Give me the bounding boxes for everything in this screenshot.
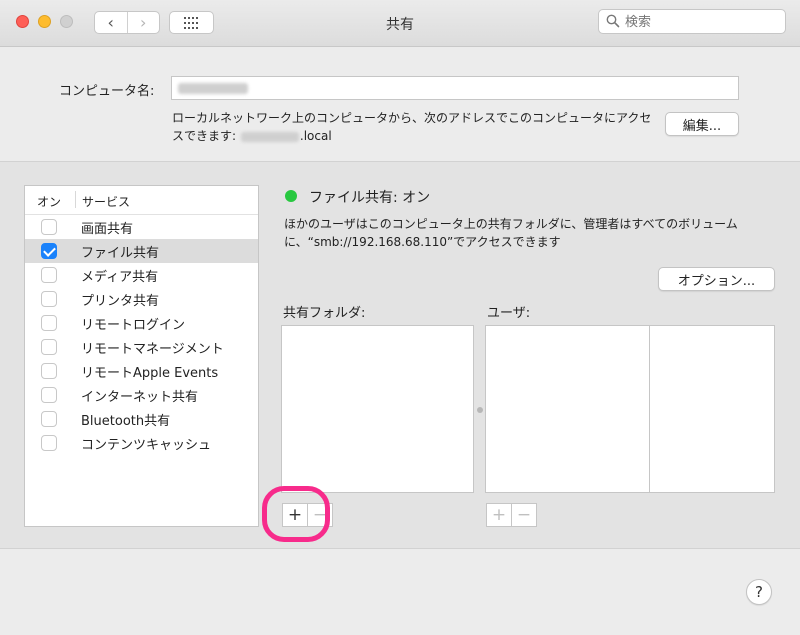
help-button[interactable]: ?	[746, 579, 772, 605]
service-description: ほかのユーザはこのコンピュータ上の共有フォルダに、管理者はすべてのボリュームに、…	[284, 217, 738, 249]
search-field[interactable]	[598, 9, 786, 34]
computer-name-field[interactable]	[171, 76, 739, 100]
service-checkbox[interactable]	[41, 387, 57, 403]
service-label: Bluetooth共有	[81, 414, 171, 429]
service-checkbox[interactable]	[41, 291, 57, 307]
users-column-separator	[649, 326, 650, 492]
redacted-hostname	[240, 131, 299, 142]
remove-user-button[interactable]: −	[511, 504, 536, 526]
service-row[interactable]: コンテンツキャッシュ	[25, 431, 258, 455]
service-row[interactable]: リモートApple Events	[25, 359, 258, 383]
search-icon	[606, 14, 620, 28]
split-handle[interactable]	[477, 407, 483, 413]
service-label: ファイル共有	[81, 246, 160, 261]
highlight-circle	[262, 486, 330, 542]
service-row[interactable]: 画面共有	[25, 215, 258, 239]
shared-folders-list[interactable]	[281, 325, 474, 493]
service-row[interactable]: リモートマネージメント	[25, 335, 258, 359]
service-checkbox[interactable]	[41, 339, 57, 355]
status-indicator	[285, 190, 297, 202]
address-suffix: .local	[299, 129, 332, 143]
service-label: リモートログイン	[81, 318, 186, 333]
service-label: インターネット共有	[81, 390, 199, 405]
service-label: 画面共有	[81, 222, 134, 237]
service-list: オン サービス 画面共有ファイル共有 メディア共有 プリンタ共有リモートログインリモ…	[24, 185, 259, 527]
users-add-remove: + −	[486, 503, 537, 527]
options-button[interactable]: オプション...	[658, 267, 775, 291]
service-label: リモートマネージメント	[81, 342, 224, 357]
service-row[interactable]: インターネット共有	[25, 383, 258, 407]
minus-icon: −	[516, 505, 532, 525]
service-rows: 画面共有ファイル共有 メディア共有 プリンタ共有リモートログインリモートマネージメン…	[25, 215, 258, 455]
service-checkbox[interactable]	[41, 267, 57, 283]
service-row[interactable]: リモートログイン	[25, 311, 258, 335]
service-label: コンテンツキャッシュ	[81, 438, 212, 453]
service-row[interactable]: ファイル共有	[25, 239, 258, 263]
address-description: ローカルネットワーク上のコンピュータから、次のアドレスでこのコンピュータにアクセ…	[172, 109, 652, 145]
search-input[interactable]	[623, 12, 777, 32]
column-header-service[interactable]: サービス	[82, 193, 130, 210]
redacted-computer-name	[178, 83, 248, 94]
edit-button[interactable]: 編集...	[665, 112, 739, 136]
service-checkbox[interactable]	[41, 219, 57, 235]
shared-folders-label: 共有フォルダ:	[283, 306, 366, 321]
service-checkbox[interactable]	[41, 363, 57, 379]
service-row[interactable]: メディア共有	[25, 263, 258, 287]
users-list[interactable]	[485, 325, 775, 493]
plus-icon: +	[491, 505, 507, 525]
add-user-button[interactable]: +	[487, 504, 511, 526]
service-row[interactable]: プリンタ共有	[25, 287, 258, 311]
users-label: ユーザ:	[487, 306, 531, 321]
computer-name-label: コンピュータ名:	[59, 84, 155, 99]
title-bar: ‹ › 共有	[0, 0, 800, 47]
service-checkbox[interactable]	[41, 435, 57, 451]
service-label: メディア共有	[81, 270, 159, 285]
column-separator	[75, 191, 76, 208]
service-list-header: オン サービス	[25, 186, 258, 215]
computer-name-input[interactable]	[178, 78, 722, 100]
service-checkbox[interactable]	[41, 315, 57, 331]
service-status: ファイル共有: オン	[309, 190, 431, 206]
column-header-on[interactable]: オン	[37, 193, 61, 210]
service-row[interactable]: Bluetooth共有	[25, 407, 258, 431]
service-label: プリンタ共有	[81, 294, 160, 309]
service-checkbox[interactable]	[41, 411, 57, 427]
service-label: リモートApple Events	[81, 366, 219, 381]
help-icon: ?	[755, 583, 763, 601]
service-checkbox[interactable]	[41, 243, 57, 259]
